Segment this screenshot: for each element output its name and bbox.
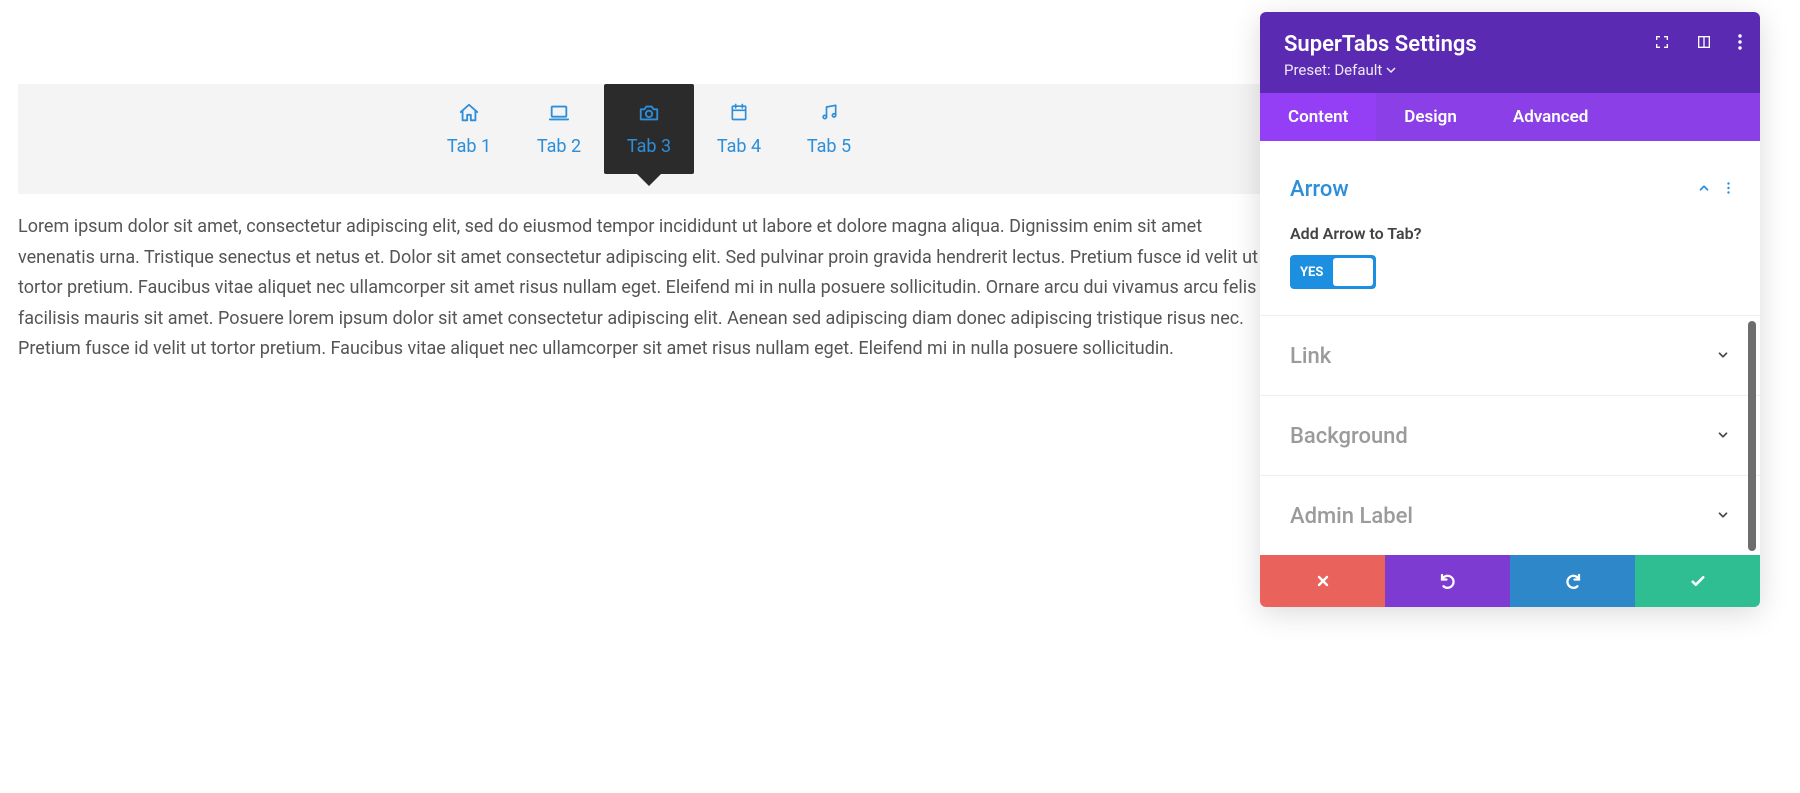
- layout-icon[interactable]: [1696, 34, 1712, 50]
- laptop-icon: [514, 102, 604, 126]
- confirm-button[interactable]: [1635, 555, 1760, 607]
- calendar-icon: [694, 102, 784, 126]
- cancel-button[interactable]: [1260, 555, 1385, 607]
- tabstrip: Tab 1 Tab 2 Tab 3 Tab 4 Tab 5: [18, 84, 1280, 194]
- camera-icon: [604, 102, 694, 126]
- toggle-value: YES: [1300, 265, 1323, 280]
- settings-panel: SuperTabs Settings Preset: Default Conte…: [1260, 12, 1760, 607]
- section-admin-label-title: Admin Label: [1290, 504, 1413, 529]
- section-link: Link: [1260, 316, 1760, 396]
- more-icon[interactable]: [1738, 34, 1742, 50]
- tab-advanced-settings[interactable]: Advanced: [1485, 93, 1617, 141]
- tab-design-settings[interactable]: Design: [1376, 93, 1485, 141]
- expand-icon[interactable]: [1654, 34, 1670, 50]
- section-admin-label: Admin Label: [1260, 476, 1760, 555]
- panel-body: Arrow Add Arrow to Tab? YES Link Backg: [1260, 141, 1760, 555]
- toggle-knob: [1333, 258, 1373, 286]
- redo-icon: [1564, 572, 1582, 590]
- panel-tabs: Content Design Advanced: [1260, 93, 1760, 141]
- chevron-down-icon: [1716, 347, 1730, 366]
- scrollbar[interactable]: [1748, 321, 1756, 551]
- arrow-field-label: Add Arrow to Tab?: [1290, 224, 1730, 243]
- panel-footer: [1260, 555, 1760, 607]
- close-icon: [1315, 573, 1331, 589]
- tab-label: Tab 5: [807, 136, 851, 157]
- panel-header: SuperTabs Settings Preset: Default: [1260, 12, 1760, 93]
- tab-1[interactable]: Tab 1: [424, 84, 514, 157]
- tab-content: Lorem ipsum dolor sit amet, consectetur …: [18, 194, 1280, 365]
- chevron-down-icon: [1716, 427, 1730, 446]
- tab-5[interactable]: Tab 5: [784, 84, 874, 157]
- tab-label: Tab 2: [537, 136, 581, 157]
- undo-icon: [1439, 572, 1457, 590]
- undo-button[interactable]: [1385, 555, 1510, 607]
- section-arrow: Arrow Add Arrow to Tab? YES: [1260, 141, 1760, 316]
- check-icon: [1689, 572, 1707, 590]
- tab-label: Tab 1: [447, 136, 491, 157]
- tab-2[interactable]: Tab 2: [514, 84, 604, 157]
- section-arrow-header[interactable]: Arrow: [1290, 177, 1730, 202]
- preset-selector[interactable]: Preset: Default: [1284, 61, 1396, 79]
- section-background-header[interactable]: Background: [1290, 424, 1730, 449]
- tab-3[interactable]: Tab 3: [604, 84, 694, 174]
- tabs-preview: Tab 1 Tab 2 Tab 3 Tab 4 Tab 5 Lore: [18, 84, 1280, 365]
- preset-label: Preset: Default: [1284, 61, 1382, 79]
- chevron-down-icon: [1716, 507, 1730, 526]
- chevron-up-icon: [1697, 180, 1711, 199]
- music-icon: [784, 102, 874, 126]
- arrow-toggle[interactable]: YES: [1290, 255, 1376, 289]
- section-background: Background: [1260, 396, 1760, 476]
- tab-label: Tab 4: [717, 136, 761, 157]
- home-icon: [424, 102, 514, 126]
- section-link-header[interactable]: Link: [1290, 344, 1730, 369]
- redo-button[interactable]: [1510, 555, 1635, 607]
- tab-label: Tab 3: [627, 136, 671, 157]
- tab-4[interactable]: Tab 4: [694, 84, 784, 157]
- section-admin-label-header[interactable]: Admin Label: [1290, 504, 1730, 529]
- chevron-down-icon: [1386, 65, 1396, 75]
- section-background-title: Background: [1290, 424, 1408, 449]
- tab-content-settings[interactable]: Content: [1260, 93, 1376, 141]
- section-more-icon[interactable]: [1727, 180, 1730, 199]
- section-arrow-title: Arrow: [1290, 177, 1349, 202]
- section-link-title: Link: [1290, 344, 1331, 369]
